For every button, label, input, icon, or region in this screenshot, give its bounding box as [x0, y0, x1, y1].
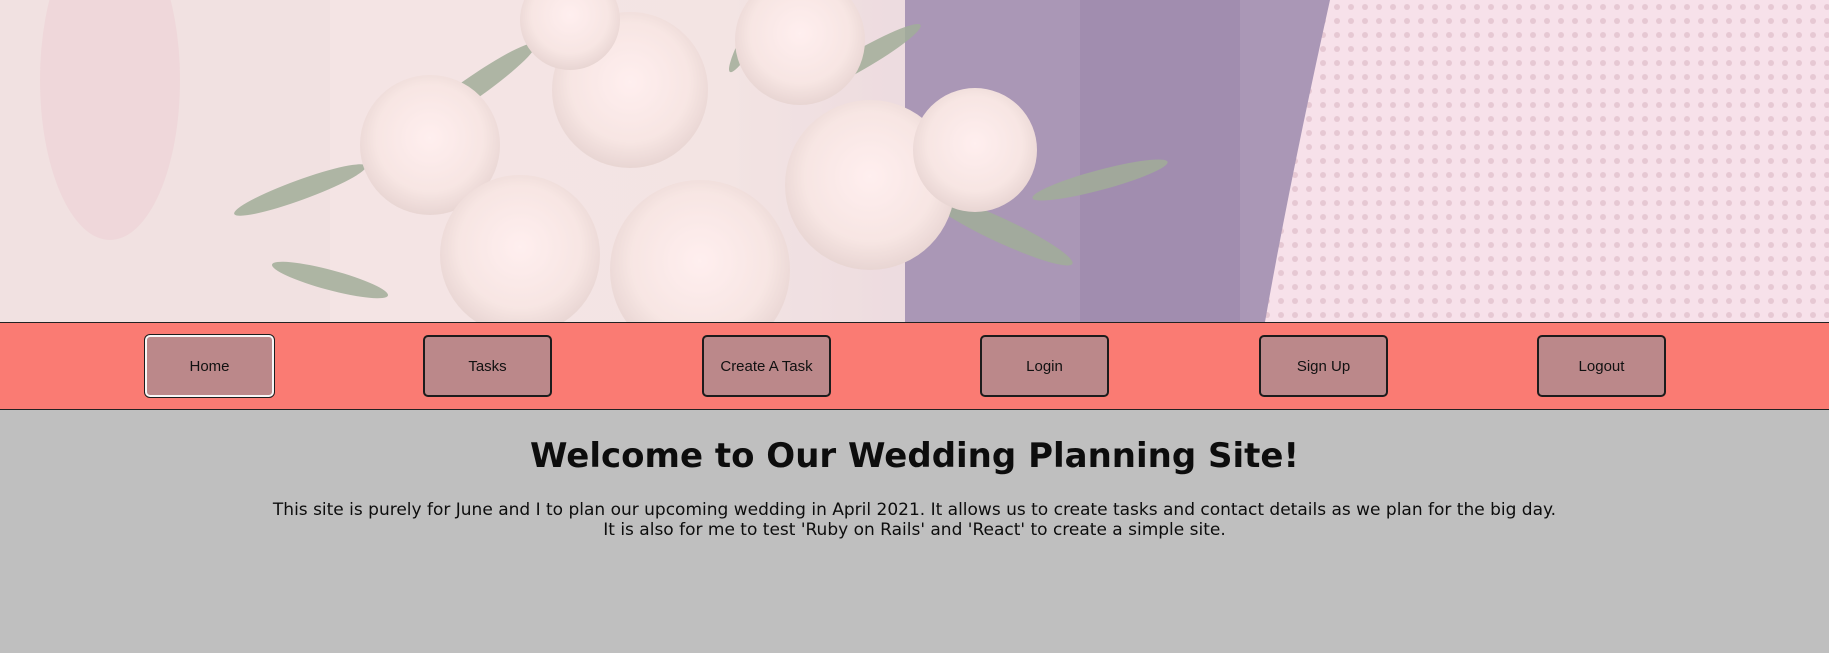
main-content: Welcome to Our Wedding Planning Site! Th…: [0, 410, 1829, 540]
nav-login-button[interactable]: Login: [980, 335, 1109, 397]
page-title: Welcome to Our Wedding Planning Site!: [530, 436, 1299, 476]
nav-create-task-button[interactable]: Create A Task: [702, 335, 831, 397]
nav-home-button[interactable]: Home: [145, 335, 274, 397]
hero-banner-image: [0, 0, 1829, 322]
site-description: This site is purely for June and I to pl…: [0, 500, 1829, 540]
nav-sign-up-button[interactable]: Sign Up: [1259, 335, 1388, 397]
nav-logout-button[interactable]: Logout: [1537, 335, 1666, 397]
nav-tasks-button[interactable]: Tasks: [423, 335, 552, 397]
description-line-1: This site is purely for June and I to pl…: [272, 500, 1557, 520]
main-navigation-bar: Home Tasks Create A Task Login Sign Up L…: [0, 322, 1829, 410]
description-line-2: It is also for me to test 'Ruby on Rails…: [603, 520, 1226, 540]
